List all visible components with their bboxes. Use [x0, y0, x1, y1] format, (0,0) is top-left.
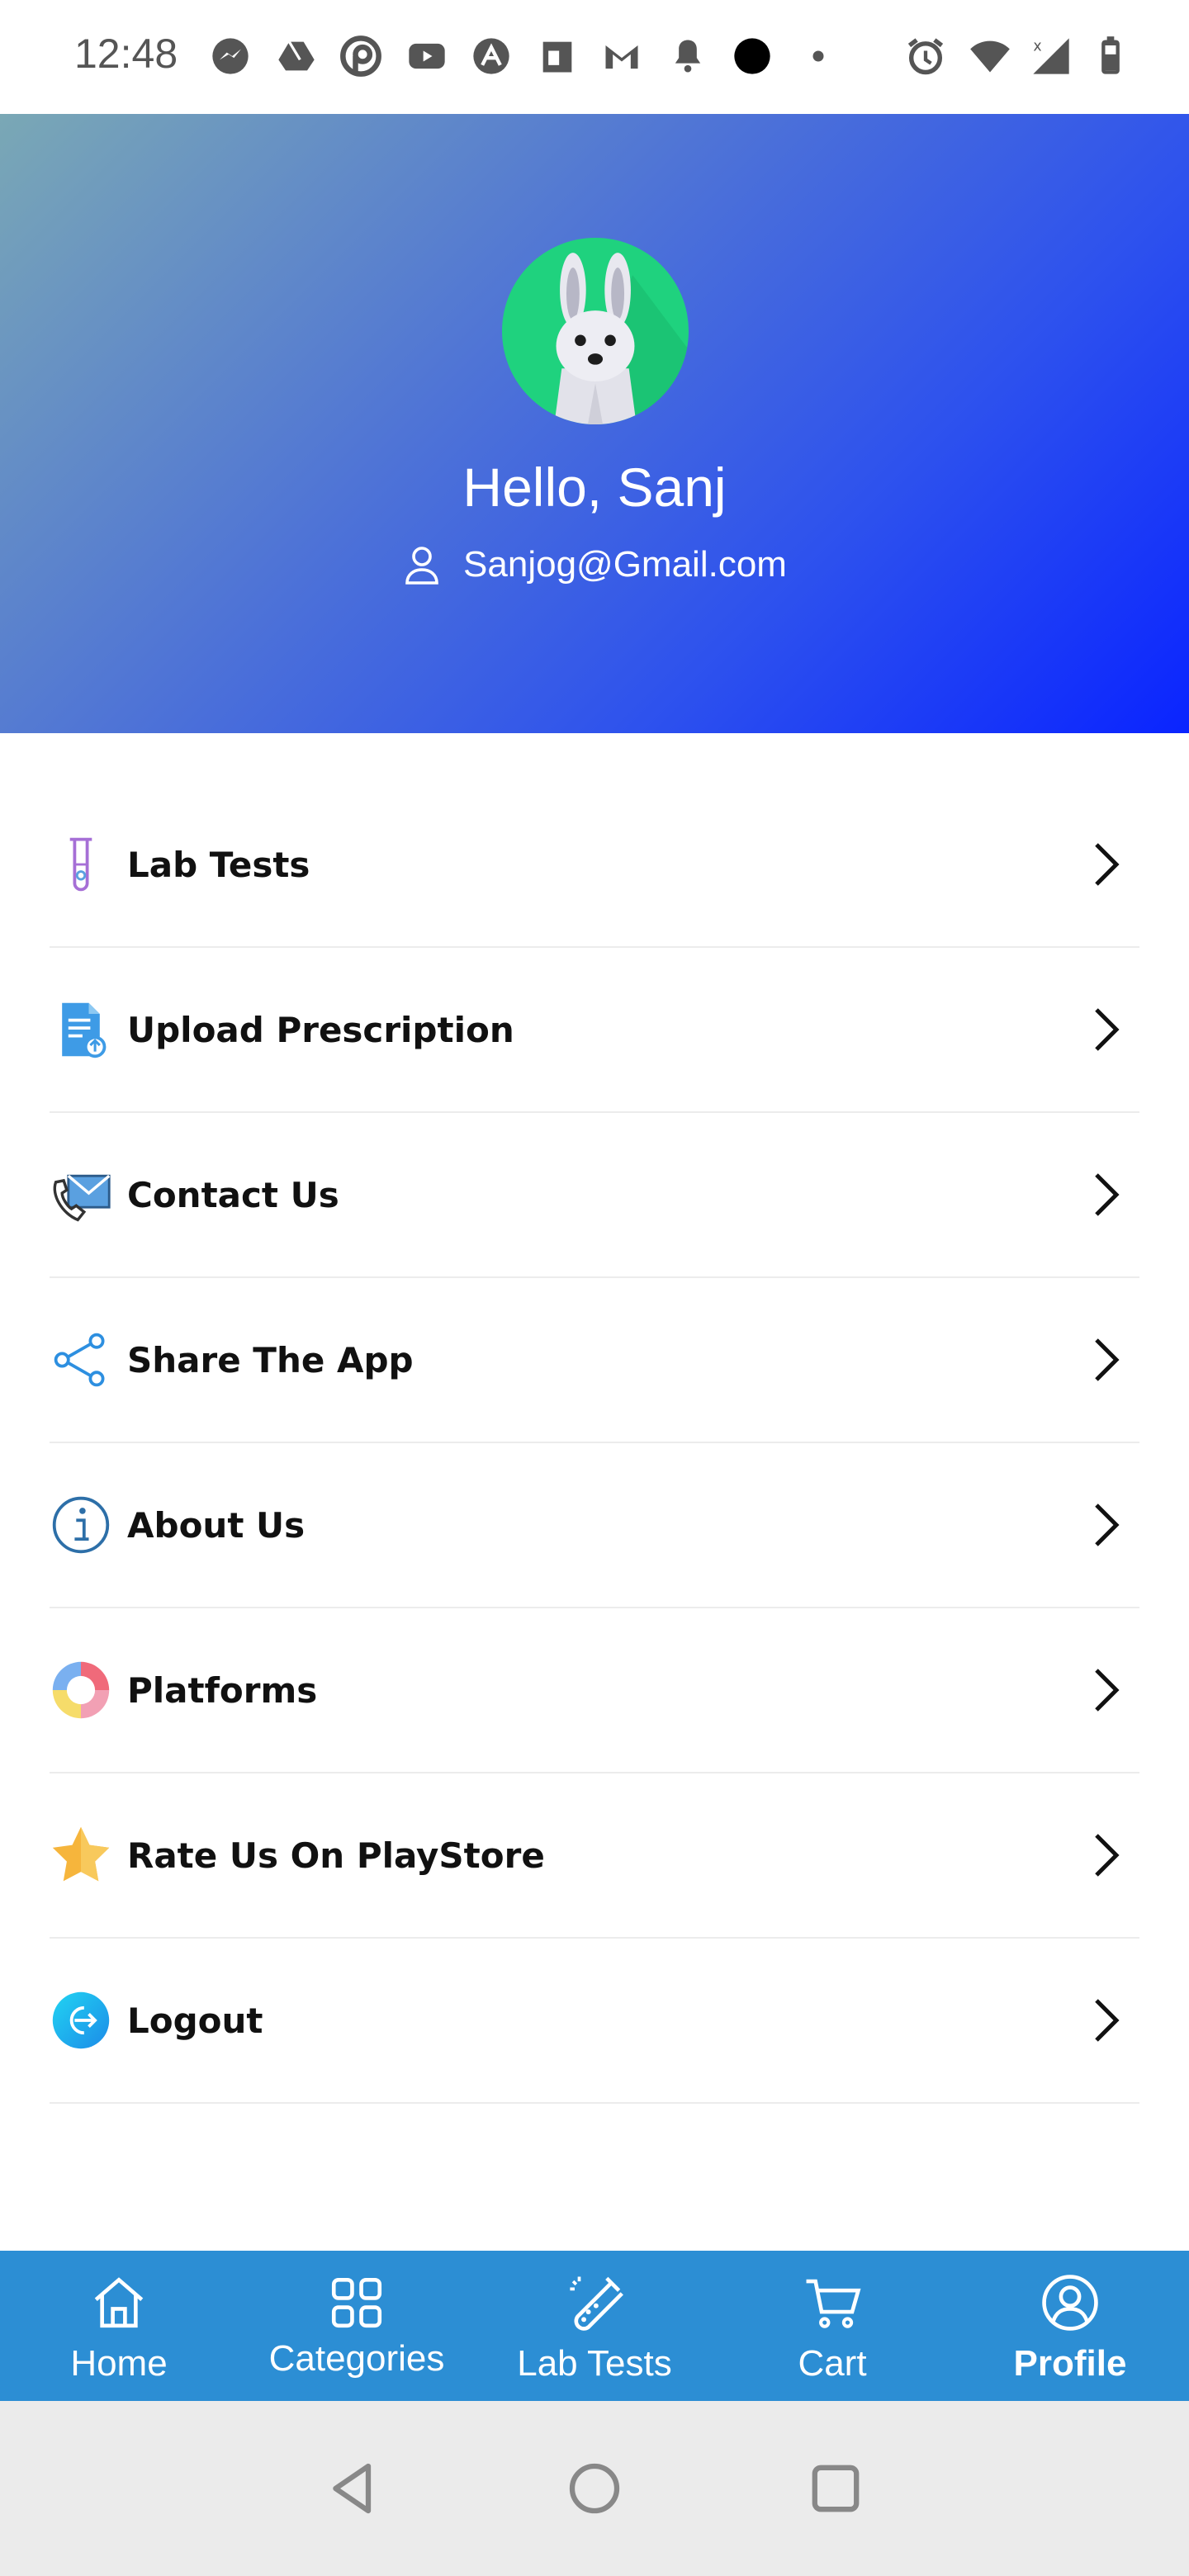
- chevron-right-icon: [1095, 1008, 1120, 1051]
- user-outline-icon: [405, 547, 438, 585]
- info-icon: [50, 1494, 112, 1556]
- menu-label-lab-tests: Lab Tests: [127, 844, 310, 885]
- nav-categories[interactable]: Categories: [238, 2251, 476, 2401]
- menu-label-upload-prescription: Upload Prescription: [127, 1009, 514, 1050]
- recents-square-icon[interactable]: [806, 2459, 865, 2518]
- menu-label-logout: Logout: [127, 2000, 263, 2041]
- nav-cart[interactable]: Cart: [713, 2251, 951, 2401]
- menu-item-upload-prescription[interactable]: Upload Prescription: [50, 948, 1139, 1113]
- status-time: 12:48: [74, 31, 178, 77]
- menu-item-logout[interactable]: Logout: [50, 1939, 1139, 2104]
- nav-home[interactable]: Home: [0, 2251, 238, 2401]
- bottom-navigation: Home Categories Lab Tests Cart Profile: [0, 2251, 1189, 2401]
- nav-profile[interactable]: Profile: [951, 2251, 1189, 2401]
- platforms-ring-icon: [50, 1659, 112, 1721]
- svg-text:x: x: [1033, 39, 1041, 55]
- star-icon: [50, 1824, 112, 1887]
- menu-label-about-us: About Us: [127, 1504, 306, 1546]
- nav-label-cart: Cart: [798, 2343, 867, 2384]
- categories-grid-icon: [331, 2277, 382, 2328]
- system-navigation-bar: [0, 2401, 1189, 2576]
- nav-label-profile: Profile: [1013, 2343, 1127, 2384]
- drive-icon: [274, 31, 319, 81]
- chevron-right-icon: [1095, 1503, 1120, 1546]
- nav-label-categories: Categories: [268, 2338, 445, 2379]
- profile-header: Hello, Sanj Sanjog@Gmail.com: [0, 114, 1189, 733]
- chevron-right-icon: [1095, 1338, 1120, 1381]
- menu-item-rate-us[interactable]: Rate Us On PlayStore: [50, 1773, 1139, 1939]
- youtube-icon: [405, 31, 449, 81]
- lab-flask-icon: [570, 2276, 623, 2331]
- pocket-icon: [339, 31, 383, 81]
- cart-icon: [806, 2279, 861, 2328]
- calendar-icon: [535, 31, 580, 81]
- chevron-right-icon: [1095, 1834, 1120, 1877]
- arch-icon: [469, 31, 514, 81]
- menu-label-rate-us: Rate Us On PlayStore: [127, 1835, 545, 1876]
- status-bar: 12:48 x: [0, 0, 1189, 114]
- menu-item-about-us[interactable]: About Us: [50, 1443, 1139, 1608]
- email-row: Sanjog@Gmail.com: [0, 543, 1189, 586]
- messenger-icon: [208, 31, 253, 81]
- small-dot-icon: [796, 31, 841, 81]
- gmail-icon: [599, 31, 644, 81]
- bell-icon: [666, 31, 710, 81]
- menu-item-lab-tests[interactable]: Lab Tests: [50, 783, 1139, 948]
- chevron-right-icon: [1095, 1669, 1120, 1712]
- chevron-right-icon: [1095, 1999, 1120, 2042]
- menu-label-share-app: Share The App: [127, 1339, 414, 1380]
- wifi-icon: [968, 31, 1012, 81]
- alarm-icon: [903, 31, 948, 81]
- profile-circle-icon: [1042, 2275, 1098, 2331]
- menu-label-platforms: Platforms: [127, 1669, 318, 1711]
- signal-icon: x: [1029, 31, 1073, 81]
- prescription-upload-icon: [50, 998, 112, 1061]
- dot-icon: [730, 31, 775, 81]
- battery-icon: [1088, 31, 1133, 81]
- menu-item-share-app[interactable]: Share The App: [50, 1278, 1139, 1443]
- back-icon[interactable]: [324, 2459, 383, 2518]
- contact-phone-mail-icon: [50, 1163, 112, 1226]
- menu-item-contact-us[interactable]: Contact Us: [50, 1113, 1139, 1278]
- chevron-right-icon: [1095, 1173, 1120, 1216]
- nav-lab-tests[interactable]: Lab Tests: [476, 2251, 713, 2401]
- menu-label-contact-us: Contact Us: [127, 1174, 339, 1215]
- menu-item-platforms[interactable]: Platforms: [50, 1608, 1139, 1773]
- home-icon: [94, 2277, 144, 2328]
- test-tube-icon: [50, 833, 112, 896]
- greeting-text: Hello, Sanj: [462, 457, 727, 518]
- chevron-right-icon: [1095, 843, 1120, 886]
- nav-label-home: Home: [70, 2343, 168, 2384]
- logout-icon: [50, 1989, 112, 2052]
- nav-label-lab-tests: Lab Tests: [517, 2343, 672, 2384]
- home-circle-icon[interactable]: [565, 2459, 624, 2518]
- bunny-avatar-icon: [554, 253, 689, 424]
- profile-menu: Lab Tests Upload Prescription Contact Us…: [50, 783, 1139, 2104]
- email-text: Sanjog@Gmail.com: [463, 544, 787, 585]
- share-icon: [50, 1328, 112, 1391]
- avatar[interactable]: [502, 238, 689, 424]
